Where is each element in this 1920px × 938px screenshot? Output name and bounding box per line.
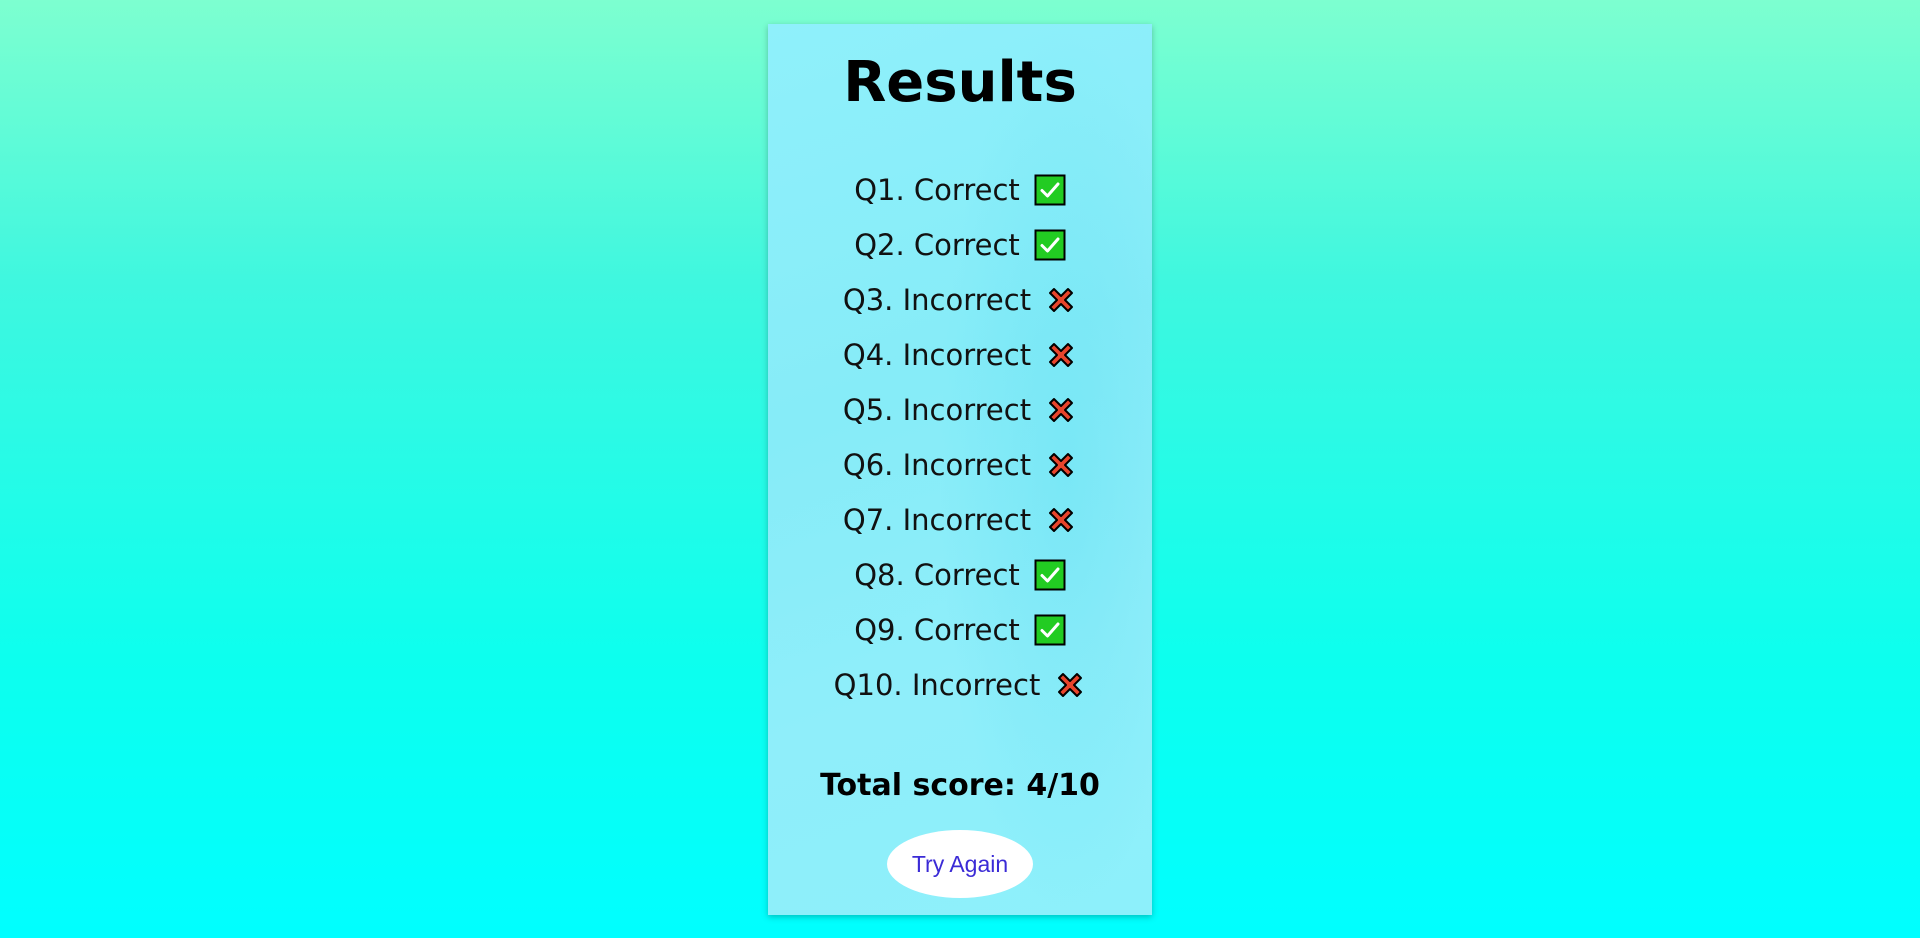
- cross-icon: [1045, 394, 1077, 426]
- cross-icon: [1054, 669, 1086, 701]
- result-label: Q8. Correct: [854, 557, 1020, 592]
- try-again-button[interactable]: Try Again: [887, 830, 1033, 898]
- results-list: Q1. Correct Q2. Correct Q3. Incorrect Q4…: [768, 118, 1152, 712]
- result-label: Q4. Incorrect: [842, 337, 1032, 372]
- result-label: Q10. Incorrect: [833, 667, 1041, 702]
- result-row-q4: Q4. Incorrect: [768, 327, 1152, 382]
- cross-icon: [1045, 284, 1077, 316]
- result-row-q5: Q5. Incorrect: [768, 382, 1152, 437]
- result-label: Q7. Incorrect: [842, 502, 1032, 537]
- result-row-q7: Q7. Incorrect: [768, 492, 1152, 547]
- total-score: Total score: 4/10: [820, 768, 1100, 803]
- page-title: Results: [843, 50, 1077, 115]
- check-icon: [1034, 614, 1066, 646]
- result-label: Q9. Correct: [854, 612, 1020, 647]
- result-row-q6: Q6. Incorrect: [768, 437, 1152, 492]
- cross-icon: [1045, 504, 1077, 536]
- result-row-q9: Q9. Correct: [768, 602, 1152, 657]
- result-row-q3: Q3. Incorrect: [768, 272, 1152, 327]
- result-label: Q1. Correct: [854, 172, 1020, 207]
- result-label: Q6. Incorrect: [842, 447, 1032, 482]
- results-card: Results Q1. Correct Q2. Correct Q3. Inco…: [768, 24, 1152, 915]
- check-icon: [1034, 174, 1066, 206]
- result-row-q8: Q8. Correct: [768, 547, 1152, 602]
- result-label: Q2. Correct: [854, 227, 1020, 262]
- cross-icon: [1045, 449, 1077, 481]
- check-icon: [1034, 229, 1066, 261]
- result-label: Q5. Incorrect: [842, 392, 1032, 427]
- result-row-q10: Q10. Incorrect: [768, 657, 1152, 712]
- result-row-q1: Q1. Correct: [768, 162, 1152, 217]
- result-label: Q3. Incorrect: [842, 282, 1032, 317]
- check-icon: [1034, 559, 1066, 591]
- cross-icon: [1045, 339, 1077, 371]
- result-row-q2: Q2. Correct: [768, 217, 1152, 272]
